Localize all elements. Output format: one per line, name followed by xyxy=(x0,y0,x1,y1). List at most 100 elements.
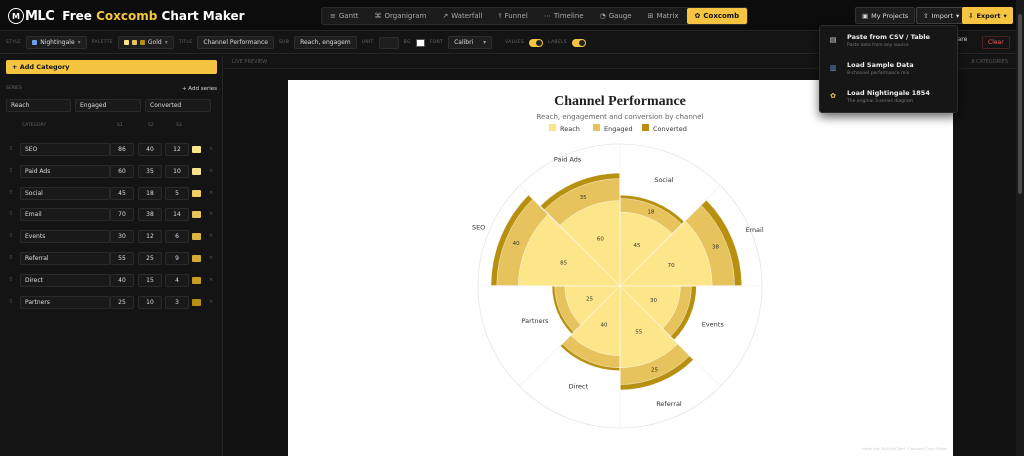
import-menu-item[interactable]: ▤ Paste from CSV / Table Paste data from a… xyxy=(828,31,953,55)
labels-toggle[interactable] xyxy=(571,38,586,47)
drag-handle-icon[interactable]: ⠿ xyxy=(9,190,13,196)
category-row: ⠿ SEO 86 40 12 × xyxy=(6,142,217,157)
s2-value-input[interactable]: 15 xyxy=(138,273,162,287)
page-scrollbar[interactable] xyxy=(1016,0,1024,456)
drag-handle-icon[interactable]: ⠿ xyxy=(9,255,13,261)
tab-timeline[interactable]: ⋯ Timeline xyxy=(536,8,592,24)
subtitle-input[interactable]: Reach, engagem xyxy=(294,36,357,49)
title-input[interactable]: Channel Performance xyxy=(197,36,274,49)
import-button[interactable]: ⇧ Import ▾ xyxy=(916,7,967,24)
values-toggle[interactable] xyxy=(529,38,544,47)
tab-matrix[interactable]: ⊞ Matrix xyxy=(640,8,687,24)
tab-coxcomb[interactable]: ✿ Coxcomb xyxy=(686,8,748,24)
series-name-input[interactable]: Engaged xyxy=(75,99,141,112)
category-color-swatch[interactable] xyxy=(192,189,201,197)
category-name-input[interactable]: Partners xyxy=(20,295,110,309)
s3-value-input[interactable]: 3 xyxy=(165,295,189,309)
s2-value-input[interactable]: 38 xyxy=(138,208,162,222)
values-label: VALUES xyxy=(505,40,525,45)
category-name-input[interactable]: Email xyxy=(20,208,110,222)
tab-gantt[interactable]: ≡ Gantt xyxy=(322,8,367,24)
chevron-down-icon: ▾ xyxy=(956,11,960,20)
s3-value-input[interactable]: 14 xyxy=(165,208,189,222)
scrollbar-thumb[interactable] xyxy=(1018,14,1022,194)
category-name-input[interactable]: Referral xyxy=(20,252,110,265)
remove-category-icon[interactable]: × xyxy=(209,299,213,305)
s2-value-input[interactable]: 18 xyxy=(138,186,162,200)
category-color-swatch[interactable] xyxy=(192,298,201,306)
s3-value-input[interactable]: 9 xyxy=(165,252,189,265)
s1-value-input[interactable]: 60 xyxy=(110,164,134,178)
category-color-swatch[interactable] xyxy=(192,167,201,175)
remove-category-icon[interactable]: × xyxy=(209,168,213,174)
series-name-input[interactable]: Converted xyxy=(145,99,211,112)
remove-category-icon[interactable]: × xyxy=(209,277,213,283)
title-value: Channel Performance xyxy=(203,39,268,46)
add-series-button[interactable]: + Add series xyxy=(182,86,217,92)
remove-category-icon[interactable]: × xyxy=(209,211,213,217)
s3-value-input[interactable]: 5 xyxy=(165,186,189,200)
tab-funnel[interactable]: ⫯ Funnel xyxy=(491,8,536,24)
drag-handle-icon[interactable]: ⠿ xyxy=(9,233,13,239)
category-name-input[interactable]: Direct xyxy=(20,273,110,287)
s1-value-input[interactable]: 70 xyxy=(110,208,134,222)
logo-mark: M xyxy=(8,8,24,24)
remove-category-icon[interactable]: × xyxy=(209,255,213,261)
palette-select[interactable]: Gold ▾ xyxy=(117,36,174,49)
drag-handle-icon[interactable]: ⠿ xyxy=(9,211,13,217)
s1-value-input[interactable]: 30 xyxy=(110,230,134,244)
tab-gauge[interactable]: ◔ Gauge xyxy=(592,8,640,24)
category-name-input[interactable]: Events xyxy=(20,230,110,244)
s1-value-input[interactable]: 40 xyxy=(110,273,134,287)
s2-value-input[interactable]: 35 xyxy=(138,164,162,178)
drag-handle-icon[interactable]: ⠿ xyxy=(9,299,13,305)
my-projects-button[interactable]: ▣ My Projects xyxy=(855,7,916,24)
s1-value-input[interactable]: 86 xyxy=(110,143,134,156)
clear-button[interactable]: Clear xyxy=(982,36,1010,49)
remove-category-icon[interactable]: × xyxy=(209,190,213,196)
category-color-swatch[interactable] xyxy=(192,211,201,219)
drag-handle-icon[interactable]: ⠿ xyxy=(9,277,13,283)
s1-value-input[interactable]: 45 xyxy=(110,186,134,200)
reach-value-label: 85 xyxy=(560,261,567,267)
s2-value-input[interactable]: 10 xyxy=(138,295,162,309)
series-name-input[interactable]: Reach xyxy=(6,99,71,112)
remove-category-icon[interactable]: × xyxy=(209,146,213,152)
s1-value-input[interactable]: 25 xyxy=(110,295,134,309)
tab-label: Waterfall xyxy=(451,12,483,20)
category-color-swatch[interactable] xyxy=(192,146,201,153)
tab-waterfall[interactable]: ↗ Waterfall xyxy=(434,8,490,24)
category-color-swatch[interactable] xyxy=(192,233,201,241)
s2-value-input[interactable]: 12 xyxy=(138,230,162,244)
category-color-swatch[interactable] xyxy=(192,276,201,284)
s3-value-input[interactable]: 12 xyxy=(165,143,189,156)
add-category-button[interactable]: + Add Category xyxy=(6,60,217,74)
import-menu-item[interactable]: ▥ Load Sample Data 8-channel performance m… xyxy=(828,59,953,83)
category-name-input[interactable]: Paid Ads xyxy=(20,164,110,178)
remove-category-icon[interactable]: × xyxy=(209,233,213,239)
background-color-picker[interactable] xyxy=(415,38,425,47)
chart-card: Channel Performance Reach, engagement and… xyxy=(288,80,953,456)
tab-label: Coxcomb xyxy=(703,12,740,20)
upload-icon: ⇧ xyxy=(923,11,929,20)
s2-value-input[interactable]: 25 xyxy=(138,252,162,265)
font-select[interactable]: Calibri ▾ xyxy=(448,36,493,49)
s3-value-input[interactable]: 4 xyxy=(165,273,189,287)
s3-value-input[interactable]: 10 xyxy=(165,164,189,178)
s3-value-input[interactable]: 6 xyxy=(165,230,189,244)
s2-column-label: S2 xyxy=(148,123,154,128)
s2-value-input[interactable]: 40 xyxy=(138,143,162,156)
export-button[interactable]: ⇩ Export ▾ xyxy=(962,7,1013,24)
import-menu-item[interactable]: ✿ Load Nightingale 1854 The original 3-ser… xyxy=(828,87,953,111)
category-name-input[interactable]: Social xyxy=(20,186,110,200)
drag-handle-icon[interactable]: ⠿ xyxy=(9,146,13,152)
style-label: STYLE xyxy=(6,40,22,45)
drag-handle-icon[interactable]: ⠿ xyxy=(9,168,13,174)
s1-value-input[interactable]: 55 xyxy=(110,252,134,265)
tab-organigram[interactable]: ⌘ Organigram xyxy=(367,8,435,24)
unit-input[interactable] xyxy=(378,36,399,49)
category-name-input[interactable]: SEO xyxy=(20,143,110,156)
style-select[interactable]: Nightingale ▾ xyxy=(26,36,87,49)
category-color-swatch[interactable] xyxy=(192,255,201,262)
logo[interactable]: M MLC Free Coxcomb Chart Maker xyxy=(8,8,245,24)
